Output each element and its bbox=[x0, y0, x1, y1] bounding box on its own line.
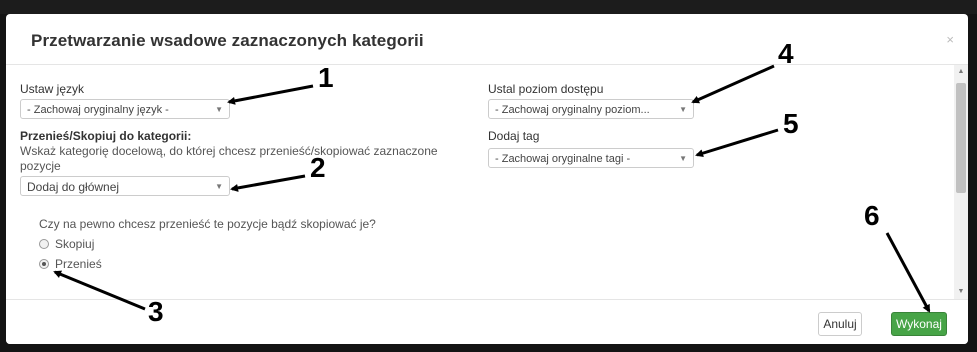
move-copy-label: Przenieś/Skopiuj do kategorii: bbox=[20, 129, 192, 143]
chevron-down-icon: ▼ bbox=[679, 105, 687, 114]
annotation-number-3: 3 bbox=[148, 296, 164, 327]
dialog-title: Przetwarzanie wsadowe zaznaczonych kateg… bbox=[31, 31, 424, 50]
add-tag-label: Dodaj tag bbox=[488, 129, 540, 143]
batch-processing-dialog: Przetwarzanie wsadowe zaznaczonych kateg… bbox=[6, 14, 968, 344]
annotation-number-2: 2 bbox=[310, 152, 326, 183]
radio-copy-label: Skopiuj bbox=[55, 237, 95, 251]
add-tag-select[interactable]: - Zachowaj oryginalne tagi - ▼ bbox=[488, 148, 694, 168]
scroll-down-icon[interactable]: ▼ bbox=[954, 285, 968, 299]
annotation-number-1: 1 bbox=[318, 62, 334, 93]
access-level-label: Ustal poziom dostępu bbox=[488, 82, 604, 96]
language-label: Ustaw język bbox=[20, 82, 85, 96]
language-select[interactable]: - Zachowaj oryginalny język - ▼ bbox=[20, 99, 230, 119]
dialog-header: Przetwarzanie wsadowe zaznaczonych kateg… bbox=[6, 14, 968, 65]
scroll-up-icon[interactable]: ▲ bbox=[954, 65, 968, 79]
access-level-select[interactable]: - Zachowaj oryginalny poziom... ▼ bbox=[488, 99, 694, 119]
annotation-number-5: 5 bbox=[783, 108, 799, 139]
radio-move[interactable]: Przenieś bbox=[39, 257, 102, 271]
annotation-number-4: 4 bbox=[778, 38, 794, 69]
radio-move-label: Przenieś bbox=[55, 257, 102, 271]
chevron-down-icon: ▼ bbox=[215, 182, 223, 191]
category-select[interactable]: Dodaj do głównej ▼ bbox=[20, 176, 230, 196]
page-backdrop bbox=[0, 0, 977, 14]
language-select-value: - Zachowaj oryginalny język - bbox=[27, 104, 169, 116]
annotation-number-6: 6 bbox=[864, 200, 880, 231]
access-level-select-value: - Zachowaj oryginalny poziom... bbox=[495, 104, 650, 116]
radio-copy[interactable]: Skopiuj bbox=[39, 237, 94, 251]
dialog-scrollbar[interactable]: ▲ ▼ bbox=[954, 65, 968, 299]
move-copy-question: Czy na pewno chcesz przenieść te pozycje… bbox=[39, 217, 376, 231]
scroll-thumb[interactable] bbox=[956, 83, 966, 193]
run-button[interactable]: Wykonaj bbox=[891, 312, 947, 336]
chevron-down-icon: ▼ bbox=[215, 105, 223, 114]
radio-move-circle[interactable] bbox=[39, 259, 49, 269]
category-select-value: Dodaj do głównej bbox=[27, 180, 120, 194]
dialog-body: Ustaw język - Zachowaj oryginalny język … bbox=[6, 65, 954, 299]
cancel-button[interactable]: Anuluj bbox=[818, 312, 862, 336]
close-icon[interactable]: × bbox=[946, 32, 954, 47]
move-copy-help: Wskaż kategorię docelową, do której chce… bbox=[20, 144, 438, 173]
radio-copy-circle[interactable] bbox=[39, 239, 49, 249]
add-tag-select-value: - Zachowaj oryginalne tagi - bbox=[495, 153, 631, 165]
chevron-down-icon: ▼ bbox=[679, 154, 687, 163]
